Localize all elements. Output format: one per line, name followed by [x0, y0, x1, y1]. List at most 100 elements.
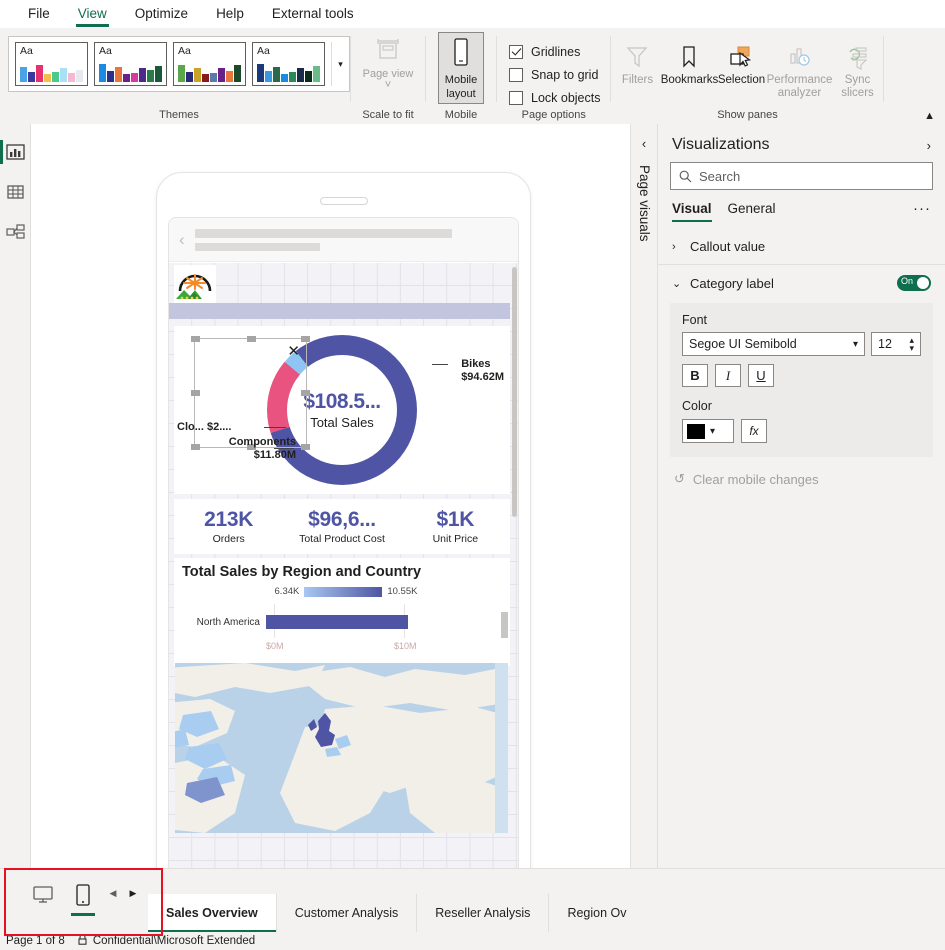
page-view-button[interactable]: Page view ˅ — [359, 32, 417, 93]
phone-icon — [76, 884, 90, 906]
pane-header: Visualizations › — [658, 124, 945, 162]
group-label-scale-to-fit: Scale to fit — [351, 109, 425, 124]
italic-button[interactable]: I — [715, 364, 741, 387]
view-switch-rail — [0, 124, 31, 868]
donut-chart-visual[interactable]: $108.5... Total Sales ✕ Bikes $94.62M Cl… — [174, 326, 510, 494]
search-icon — [679, 170, 692, 183]
sidebar-item-table-view[interactable] — [0, 172, 30, 212]
performance-analyzer-button[interactable]: Performance analyzer — [767, 32, 831, 99]
page-tab-region-overview[interactable]: Region Ov — [548, 894, 644, 932]
conditional-formatting-button[interactable]: fx — [741, 419, 767, 443]
font-size-stepper[interactable]: 12 ▴▾ — [871, 332, 921, 356]
search-placeholder: Search — [699, 169, 740, 184]
page-tab-reseller-analysis[interactable]: Reseller Analysis — [416, 894, 548, 932]
next-page-arrow[interactable]: ▶ — [126, 888, 140, 901]
page-tab-bar: ◀ ▶ Sales Overview Customer Analysis Res… — [0, 868, 945, 932]
mobile-layout-phone-frame: ‹ — [156, 172, 531, 868]
bar-chart-scrollbar[interactable] — [501, 612, 508, 638]
visual-title: Total Sales by Region and Country — [182, 564, 510, 580]
lock-icon — [78, 934, 87, 948]
chevron-right-icon[interactable]: › — [927, 138, 931, 153]
theme-bars — [99, 57, 162, 83]
close-icon[interactable]: ✕ — [287, 347, 300, 357]
chevron-down-icon[interactable]: ▾ — [331, 42, 349, 86]
section-label: Category label — [690, 276, 774, 291]
category-label-toggle[interactable]: On — [897, 275, 931, 291]
data-label-value: $2.... — [207, 421, 231, 433]
chevron-up-icon[interactable]: ▲ — [924, 110, 935, 122]
theme-swatch-3[interactable]: Aa — [173, 42, 246, 86]
kpi-card-orders[interactable]: 213K Orders — [174, 499, 283, 554]
chevron-left-icon[interactable]: ‹ — [631, 124, 657, 151]
tab-visual[interactable]: Visual — [672, 201, 712, 222]
prev-page-arrow[interactable]: ◀ — [106, 888, 120, 901]
page-visuals-pane[interactable]: ‹ Page visuals — [630, 124, 657, 868]
selection-pane-button[interactable]: Selection — [715, 32, 767, 87]
clear-mobile-changes-button[interactable]: ↺ Clear mobile changes — [658, 457, 945, 501]
selection-icon — [727, 40, 755, 74]
map-graphic — [175, 663, 495, 833]
menu-view[interactable]: View — [64, 2, 121, 27]
pane-tabs: Visual General ··· — [658, 190, 945, 223]
bar-category-label: North America — [182, 617, 260, 628]
checkbox-gridlines[interactable]: Gridlines — [509, 40, 600, 63]
page-tab-sales-overview[interactable]: Sales Overview — [148, 894, 276, 932]
canvas-scrollbar[interactable] — [512, 267, 517, 517]
section-category-label[interactable]: ⌄ Category label On — [658, 264, 945, 301]
kpi-card-total-product-cost[interactable]: $96,6... Total Product Cost — [287, 499, 396, 554]
bar-row-north-america[interactable]: North America — [182, 615, 500, 629]
bar-mark[interactable] — [266, 615, 408, 629]
menu-optimize[interactable]: Optimize — [121, 2, 202, 27]
filters-pane-button[interactable]: Filters — [611, 32, 663, 87]
bookmarks-pane-button[interactable]: Bookmarks — [663, 32, 715, 87]
theme-bars — [20, 57, 83, 83]
toggle-state-label: On — [901, 276, 913, 286]
themes-gallery[interactable]: Aa Aa Aa Aa — [8, 36, 350, 92]
mobile-canvas-grid[interactable]: $108.5... Total Sales ✕ Bikes $94.62M Cl… — [169, 263, 518, 868]
filled-map-visual[interactable] — [175, 663, 508, 833]
font-family-value: Segoe UI Semibold — [689, 337, 797, 351]
menu-help[interactable]: Help — [202, 2, 258, 27]
theme-swatch-2[interactable]: Aa — [94, 42, 167, 86]
bold-button[interactable]: B — [682, 364, 708, 387]
mobile-layout-label-2: layout — [446, 88, 475, 100]
sidebar-item-report-view[interactable] — [0, 132, 30, 172]
mobile-layout-button[interactable] — [66, 880, 100, 910]
more-options-icon[interactable]: ··· — [913, 200, 931, 223]
axis-tick-label: $0M — [266, 641, 284, 651]
callout-value: $108.5... — [303, 390, 380, 414]
kpi-value: 213K — [204, 508, 253, 532]
sync-slicers-button[interactable]: Sync slicers — [831, 32, 883, 99]
checkbox-lock-objects[interactable]: Lock objects — [509, 86, 600, 109]
tab-general[interactable]: General — [728, 201, 776, 222]
menu-external-tools[interactable]: External tools — [258, 2, 368, 27]
page-tab-customer-analysis[interactable]: Customer Analysis — [276, 894, 417, 932]
font-color-picker[interactable]: ▾ — [682, 419, 734, 443]
axis-tick-label: $10M — [394, 641, 417, 651]
font-family-select[interactable]: Segoe UI Semibold ▾ — [682, 332, 865, 356]
desktop-layout-button[interactable] — [26, 880, 60, 910]
sunrise-mountain-logo — [174, 265, 216, 307]
banner-visual[interactable] — [169, 303, 510, 319]
kpi-card-unit-price[interactable]: $1K Unit Price — [401, 499, 510, 554]
kpi-label: Orders — [213, 533, 245, 545]
data-label-name: Bikes — [461, 358, 504, 371]
bar-chart-visual[interactable]: Total Sales by Region and Country 6.34K … — [174, 558, 510, 666]
ribbon-group-scale-to-fit: Page view ˅ Scale to fit — [351, 28, 425, 124]
underline-button[interactable]: U — [748, 364, 774, 387]
group-label-themes: Themes — [8, 109, 350, 124]
mobile-layout-button[interactable]: Mobile layout — [438, 32, 484, 104]
visualizations-pane: Visualizations › Search Visual General ·… — [657, 124, 945, 868]
menu-bar: File View Optimize Help External tools — [0, 0, 945, 28]
sidebar-item-model-view[interactable] — [0, 212, 30, 252]
section-callout-value[interactable]: › Callout value — [658, 229, 945, 264]
checkbox-snap-to-grid[interactable]: Snap to grid — [509, 63, 600, 86]
menu-file[interactable]: File — [14, 2, 64, 27]
theme-swatch-4[interactable]: Aa — [252, 42, 325, 86]
spinner-icon[interactable]: ▴▾ — [909, 336, 914, 352]
performance-analyzer-label: Performance analyzer — [767, 74, 833, 99]
theme-swatch-1[interactable]: Aa — [15, 42, 88, 86]
search-input[interactable]: Search — [670, 162, 933, 190]
logo-visual[interactable] — [174, 265, 216, 307]
checkbox-lock-objects-label: Lock objects — [531, 91, 600, 105]
